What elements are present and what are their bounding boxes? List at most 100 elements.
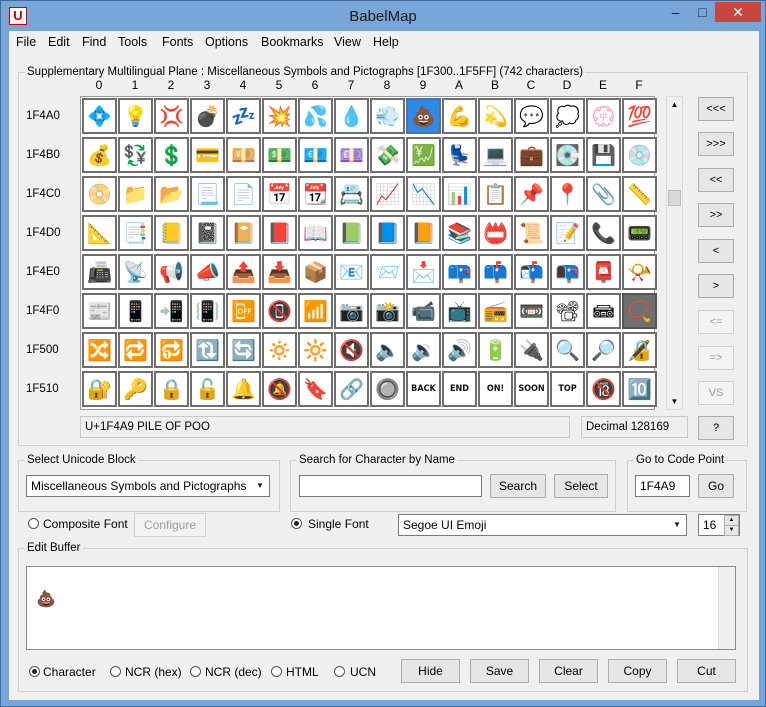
select-button[interactable]: Select — [554, 474, 608, 498]
character-cell[interactable]: 📵 — [262, 293, 297, 329]
copy-button[interactable]: Copy — [608, 659, 667, 683]
cut-button[interactable]: Cut — [677, 659, 736, 683]
character-cell[interactable]: 📞 — [586, 215, 621, 251]
character-cell[interactable]: 📪 — [442, 254, 477, 290]
character-cell[interactable]: 📊 — [442, 176, 477, 212]
nav-prev-button[interactable]: < — [698, 239, 734, 263]
character-cell[interactable]: 🔆 — [298, 332, 333, 368]
character-cell[interactable]: 📎 — [586, 176, 621, 212]
font-select[interactable]: Segoe UI Emoji ▼ — [398, 514, 687, 536]
character-cell[interactable]: 🔉 — [406, 332, 441, 368]
nav-last-button[interactable]: >>> — [698, 132, 734, 156]
character-cell[interactable]: 📚 — [442, 215, 477, 251]
character-cell[interactable]: 📑 — [118, 215, 153, 251]
character-cell[interactable]: 💼 — [514, 137, 549, 173]
character-cell[interactable]: 📣 — [190, 254, 225, 290]
edit-buffer-textarea[interactable]: 💩 — [26, 566, 736, 650]
save-button[interactable]: Save — [470, 659, 529, 683]
character-cell[interactable]: 📿 — [622, 293, 657, 329]
character-cell[interactable]: 📸 — [370, 293, 405, 329]
character-cell[interactable]: 💣 — [190, 98, 225, 134]
menu-options[interactable]: Options — [205, 35, 248, 49]
hide-button[interactable]: Hide — [401, 659, 460, 683]
character-cell[interactable]: 📁 — [118, 176, 153, 212]
character-cell[interactable]: 📴 — [226, 293, 261, 329]
go-button[interactable]: Go — [698, 474, 734, 498]
character-cell[interactable]: 🔀 — [82, 332, 117, 368]
character-cell[interactable]: 💲 — [154, 137, 189, 173]
character-cell[interactable]: 🔘 — [370, 371, 405, 407]
character-cell[interactable]: 📶 — [298, 293, 333, 329]
character-cell[interactable]: 💺 — [442, 137, 477, 173]
character-cell[interactable]: 💧 — [334, 98, 369, 134]
composite-font-radio[interactable] — [28, 518, 39, 529]
character-cell[interactable]: 📄 — [226, 176, 261, 212]
mode-ncr-dec-radio[interactable] — [190, 666, 201, 677]
chevron-down-icon[interactable]: ▼ — [669, 516, 685, 534]
character-cell[interactable]: 📦 — [298, 254, 333, 290]
character-cell[interactable]: 🔇 — [334, 332, 369, 368]
character-cell[interactable]: 🔃 — [190, 332, 225, 368]
nav-next-block-button[interactable]: >> — [698, 203, 734, 227]
character-cell[interactable]: 🔏 — [622, 332, 657, 368]
character-cell[interactable]: 📛 — [478, 215, 513, 251]
character-cell[interactable]: 🔂 — [154, 332, 189, 368]
character-cell[interactable]: 💻 — [478, 137, 513, 173]
character-cell[interactable]: 🔁 — [118, 332, 153, 368]
character-cell[interactable]: 💥 — [262, 98, 297, 134]
scroll-up-arrow-icon[interactable]: ▲ — [667, 97, 682, 112]
character-cell[interactable]: 📓 — [190, 215, 225, 251]
character-cell[interactable]: 📌 — [514, 176, 549, 212]
character-cell[interactable]: 💮 — [586, 98, 621, 134]
size-down-icon[interactable]: ▼ — [724, 525, 739, 536]
character-cell[interactable]: 📝 — [550, 215, 585, 251]
scroll-thumb[interactable] — [668, 190, 681, 206]
menu-fonts[interactable]: Fonts — [162, 35, 193, 49]
character-cell[interactable]: 💳 — [190, 137, 225, 173]
mode-ucn-radio[interactable] — [334, 666, 345, 677]
character-cell[interactable]: 📇 — [334, 176, 369, 212]
character-cell[interactable]: ON! — [478, 371, 513, 407]
character-cell[interactable]: 📽 — [550, 293, 585, 329]
character-cell[interactable]: 📫 — [478, 254, 513, 290]
menu-help[interactable]: Help — [373, 35, 399, 49]
character-cell[interactable]: 💰 — [82, 137, 117, 173]
character-cell[interactable]: 💭 — [550, 98, 585, 134]
character-cell[interactable]: 📭 — [550, 254, 585, 290]
character-cell[interactable]: 💸 — [370, 137, 405, 173]
character-grid[interactable]: 💠 💡 💢 💣 💤 💥 💦 💧 💨 💩 💪 💫 💬 💭 💮 💯 💰 💱 💲 💳 💴 💵 💶 💷 💸 💹 💺 💻 💼 💽 💾 💿 📀 📁 📂 📃 📄 📅 📆 📇… — [80, 96, 657, 410]
character-cell[interactable]: 💬 — [514, 98, 549, 134]
character-cell[interactable]: 💶 — [298, 137, 333, 173]
character-cell[interactable]: 📬 — [514, 254, 549, 290]
character-cell[interactable]: 🔖 — [298, 371, 333, 407]
character-cell[interactable]: 🔈 — [370, 332, 405, 368]
character-cell[interactable]: 📟 — [622, 215, 657, 251]
character-cell[interactable]: 📺 — [442, 293, 477, 329]
variation-selector-button[interactable]: VS — [698, 381, 734, 405]
single-font-radio[interactable] — [291, 518, 302, 529]
menu-bookmarks[interactable]: Bookmarks — [261, 35, 324, 49]
code-point-input[interactable]: 1F4A9 — [635, 475, 690, 497]
nav-prev-block-button[interactable]: << — [698, 168, 734, 192]
character-cell[interactable]: 📾 — [586, 293, 621, 329]
character-cell[interactable]: BACK — [406, 371, 441, 407]
character-cell[interactable]: 📒 — [154, 215, 189, 251]
character-cell[interactable]: 💠 — [82, 98, 117, 134]
menu-tools[interactable]: Tools — [118, 35, 147, 49]
character-cell[interactable]: 📤 — [226, 254, 261, 290]
character-cell[interactable]: 📉 — [406, 176, 441, 212]
character-cell[interactable]: 💪 — [442, 98, 477, 134]
character-cell[interactable]: 🔕 — [262, 371, 297, 407]
character-cell[interactable]: 📯 — [622, 254, 657, 290]
unicode-block-select[interactable]: Miscellaneous Symbols and Pictographs ▼ — [26, 475, 270, 497]
character-cell[interactable]: 💿 — [622, 137, 657, 173]
character-cell[interactable]: 📹 — [406, 293, 441, 329]
search-input[interactable] — [299, 475, 482, 497]
character-cell[interactable]: TOP — [550, 371, 585, 407]
character-cell[interactable]: 📨 — [370, 254, 405, 290]
character-cell[interactable]: 📙 — [406, 215, 441, 251]
nav-first-button[interactable]: <<< — [698, 97, 734, 121]
character-cell[interactable]: 💨 — [370, 98, 405, 134]
character-cell[interactable]: 🔑 — [118, 371, 153, 407]
character-cell[interactable]: 📥 — [262, 254, 297, 290]
